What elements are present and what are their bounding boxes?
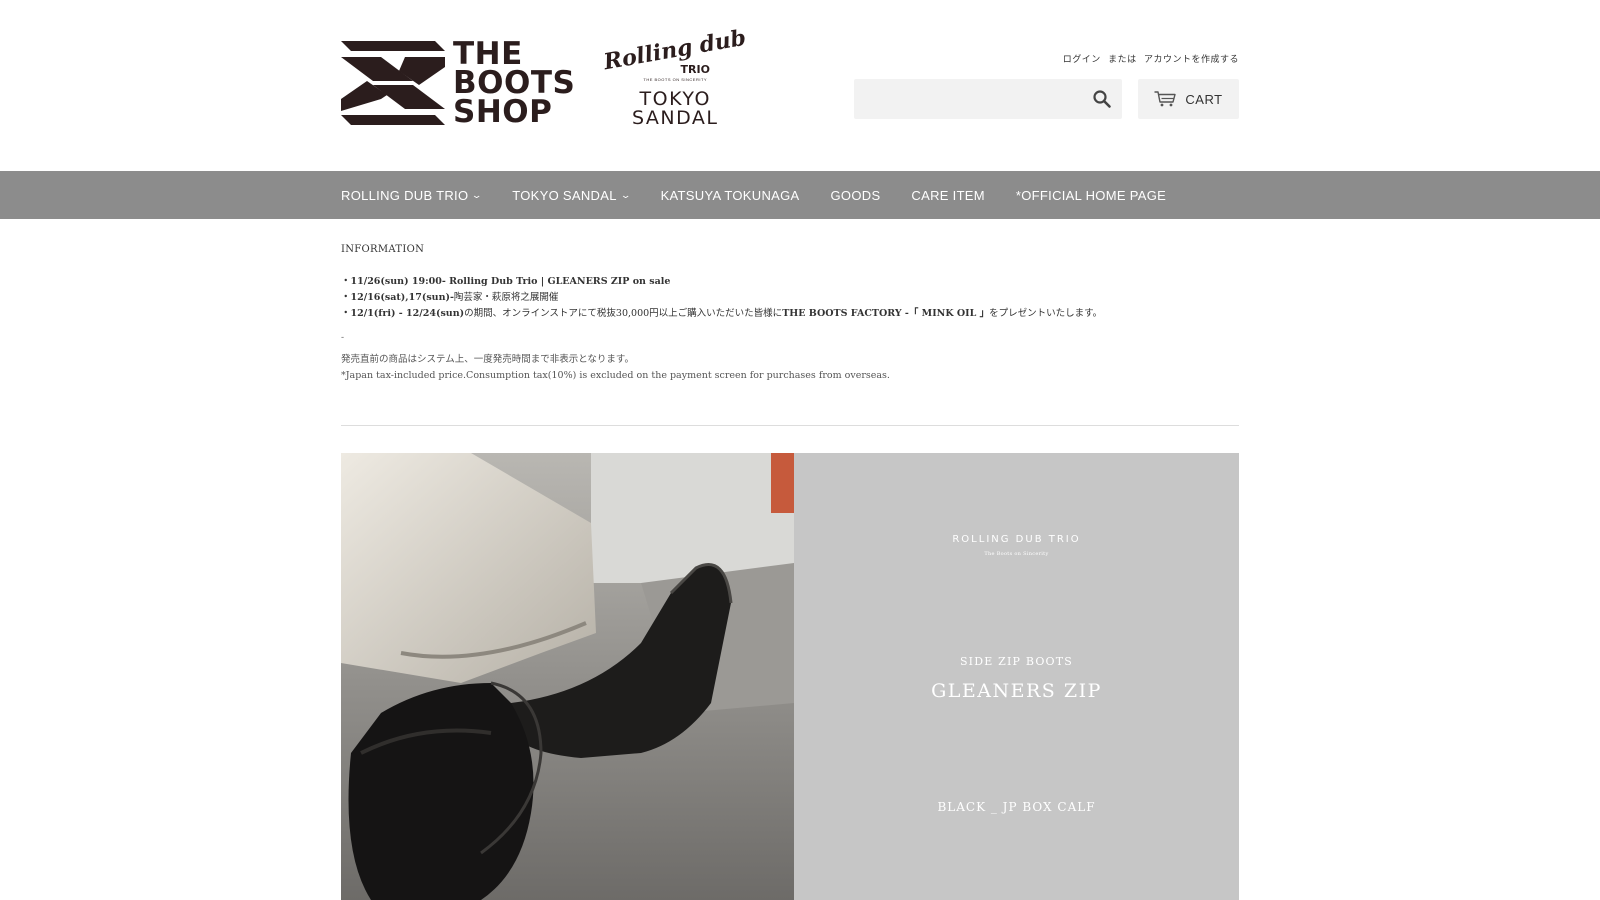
boots-photo-illustration xyxy=(341,453,794,900)
logo-area[interactable]: THE BOOTS SHOP Rolling dub TRIO THE BOOT… xyxy=(341,24,748,129)
cart-button[interactable]: CART xyxy=(1138,79,1239,119)
main-nav: ROLLING DUB TRIO ⌄ TOKYO SANDAL ⌄ KATSUY… xyxy=(0,171,1600,219)
tokyo-sandal-word: SANDAL xyxy=(631,106,719,129)
boots-shop-word: SHOP xyxy=(453,93,553,130)
information-item-text: をプレゼントいたします。 xyxy=(989,308,1103,319)
information-item-bold: ・11/26(sun) 19:00- Rolling Dub Trio | GL… xyxy=(341,276,671,287)
hero-brand: ROLLING DUB TRIO xyxy=(952,534,1081,545)
information-item-text: の期間、オンラインストアにて税抜30,000円以上ご購入いただいた皆様に xyxy=(464,308,783,319)
nav-item-rolling-dub-trio[interactable]: ROLLING DUB TRIO ⌄ xyxy=(341,187,484,203)
nav-item-label: ROLLING DUB TRIO xyxy=(341,187,469,203)
hero-product-name: GLEANERS ZIP xyxy=(931,680,1102,702)
chevron-down-icon: ⌄ xyxy=(619,189,632,200)
hero-banner[interactable]: ROLLING DUB TRIO The Boots on Sincerity … xyxy=(341,453,1239,900)
section-divider xyxy=(341,425,1239,426)
hero-product-color: BLACK _ JP BOX CALF xyxy=(937,800,1096,814)
hero-text-panel[interactable]: ROLLING DUB TRIO The Boots on Sincerity … xyxy=(794,453,1239,900)
hero-tagline: The Boots on Sincerity xyxy=(984,551,1049,557)
chevron-down-icon: ⌄ xyxy=(471,189,484,200)
information-section: INFORMATION ・11/26(sun) 19:00- Rolling D… xyxy=(341,244,1239,384)
rolling-dub-subtitle: THE BOOTS ON SINCERITY xyxy=(643,76,708,82)
hero-product-kind: SIDE ZIP BOOTS xyxy=(959,655,1074,668)
information-item-text: 陶芸家・萩原将之展開催 xyxy=(453,292,559,303)
rolling-dub-trio-word: TRIO xyxy=(680,62,710,76)
login-link[interactable]: ログイン xyxy=(1063,55,1101,65)
information-dash: - xyxy=(341,333,345,343)
nav-item-label: *OFFICIAL HOME PAGE xyxy=(1015,187,1167,203)
nav-item-official-home-page[interactable]: *OFFICIAL HOME PAGE xyxy=(1016,188,1166,203)
account-links: ログイン または アカウントを作成する xyxy=(1059,52,1239,65)
rolling-dub-script: Rolling dub xyxy=(602,24,749,75)
nav-item-label: GOODS xyxy=(830,187,881,203)
information-item: ・11/26(sun) 19:00- Rolling Dub Trio | GL… xyxy=(341,274,1239,290)
information-title: INFORMATION xyxy=(341,244,425,255)
boots-shop-wordmark: THE BOOTS SHOP xyxy=(453,38,575,130)
the-boots-shop-logo[interactable]: THE BOOTS SHOP xyxy=(341,37,575,129)
search-icon[interactable] xyxy=(1092,89,1112,109)
tokyo-sandal-wordmark: TOKYO SANDAL xyxy=(631,87,719,129)
nav-item-tokyo-sandal[interactable]: TOKYO SANDAL ⌄ xyxy=(512,187,632,203)
nav-item-label: KATSUYA TOKUNAGA xyxy=(660,187,800,203)
tokyo-sandal-word: TOKYO xyxy=(639,87,711,110)
nav-item-goods[interactable]: GOODS xyxy=(831,188,881,203)
information-item-bold: ・12/16(sat),17(sun)- xyxy=(341,292,454,303)
cart-icon xyxy=(1154,91,1177,107)
create-account-link[interactable]: アカウントを作成する xyxy=(1144,55,1239,65)
information-item: ・12/1(fri) - 12/24(sun)の期間、オンラインストアにて税抜3… xyxy=(341,306,1239,322)
nav-item-care-item[interactable]: CARE ITEM xyxy=(911,188,984,203)
information-item-bold: ・12/1(fri) - 12/24(sun) xyxy=(341,308,465,319)
information-notes: 発売直前の商品はシステム上、一度発売時間まで非表示となります。 *Japan t… xyxy=(341,352,1239,384)
rolling-dub-trio-tokyo-sandal-logo[interactable]: Rolling dub TRIO THE BOOTS ON SINCERITY … xyxy=(602,24,748,129)
hero-boots-photo[interactable] xyxy=(341,453,794,900)
note-english: *Japan tax-included price.Consumption ta… xyxy=(341,370,890,381)
nav-item-label: CARE ITEM xyxy=(911,187,985,203)
or-text: または xyxy=(1108,55,1137,65)
site-header: THE BOOTS SHOP Rolling dub TRIO THE BOOT… xyxy=(0,0,1600,171)
cart-label: CART xyxy=(1185,91,1223,107)
information-list: ・11/26(sun) 19:00- Rolling Dub Trio | GL… xyxy=(341,274,1239,322)
note-japanese: 発売直前の商品はシステム上、一度発売時間まで非表示となります。 xyxy=(341,354,634,365)
information-item-bold: THE BOOTS FACTORY -「 MINK OIL 」 xyxy=(782,308,990,319)
boots-shop-mark-icon xyxy=(341,41,445,125)
nav-list: ROLLING DUB TRIO ⌄ TOKYO SANDAL ⌄ KATSUY… xyxy=(341,171,1197,219)
search-input[interactable] xyxy=(854,79,1122,119)
nav-item-katsuya-tokunaga[interactable]: KATSUYA TOKUNAGA xyxy=(661,188,800,203)
information-item: ・12/16(sat),17(sun)-陶芸家・萩原将之展開催 xyxy=(341,290,1239,306)
nav-item-label: TOKYO SANDAL xyxy=(512,187,617,203)
